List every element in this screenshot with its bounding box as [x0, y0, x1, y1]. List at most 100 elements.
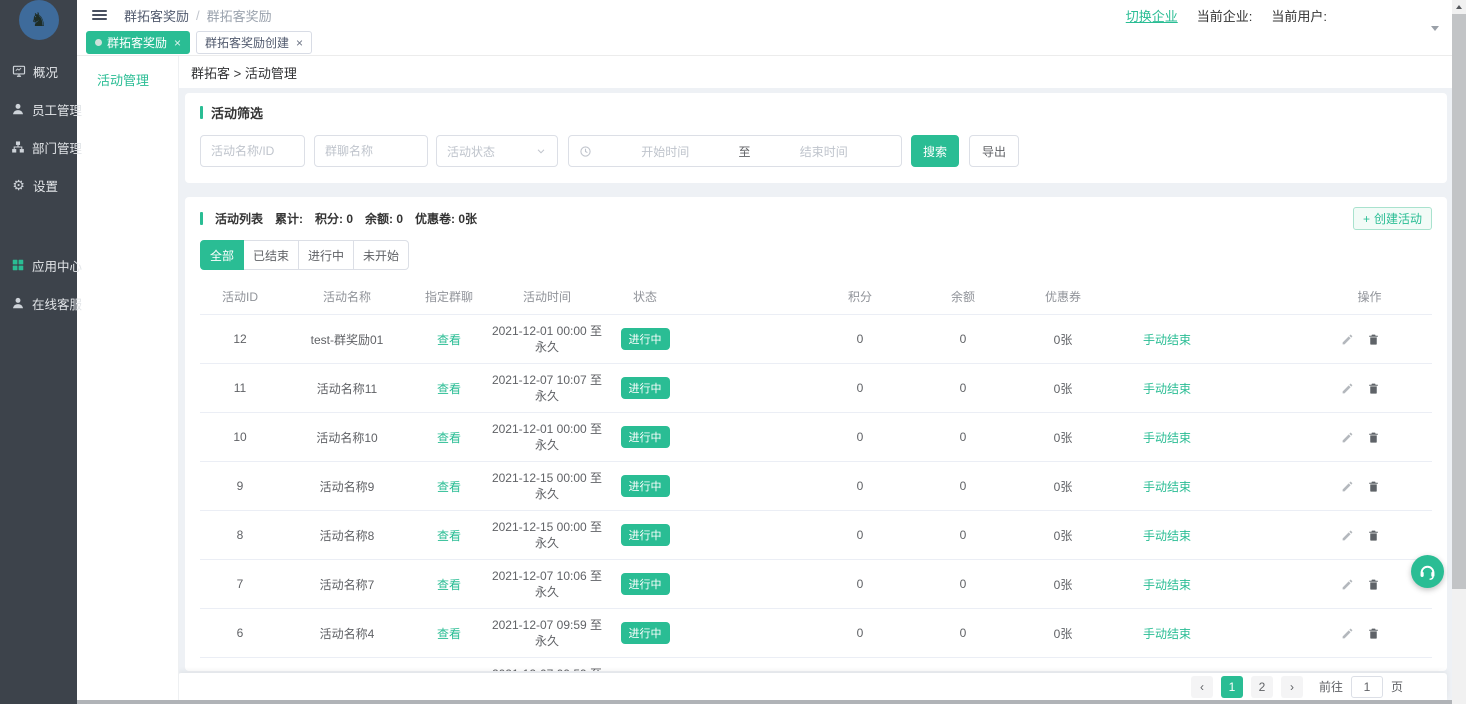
- manual-end-link[interactable]: 手动结束: [1143, 478, 1191, 495]
- cell-activity-time: 2021-12-07 09:59 至永久: [484, 658, 610, 672]
- trash-icon: [1367, 529, 1380, 542]
- view-link[interactable]: 查看: [437, 627, 461, 641]
- manual-end-link[interactable]: 手动结束: [1143, 380, 1191, 397]
- top-navbar: 群拓客奖励 / 群拓客奖励 切换企业 当前企业: 当前用户:: [77, 0, 1452, 31]
- edit-button[interactable]: [1341, 431, 1354, 444]
- goto-page-input[interactable]: [1351, 676, 1383, 698]
- cell-activity-name: 活动名称11: [280, 364, 414, 413]
- cell-coupons: 0张: [996, 462, 1130, 511]
- edit-button[interactable]: [1341, 333, 1354, 346]
- cell-points: 0: [790, 560, 930, 609]
- cell-balance: 0: [930, 413, 996, 462]
- filter-tab-2[interactable]: 进行中: [298, 240, 354, 270]
- window-tab-label: 群拓客奖励创建: [205, 34, 289, 51]
- sidebar-item-app-center[interactable]: 应用中心: [0, 246, 77, 284]
- edit-button[interactable]: [1341, 382, 1354, 395]
- manual-end-link[interactable]: 手动结束: [1143, 331, 1191, 348]
- spacer-cell: [680, 413, 790, 462]
- filter-tab-1[interactable]: 已结束: [243, 240, 299, 270]
- view-link[interactable]: 查看: [437, 578, 461, 592]
- scrollbar[interactable]: [1452, 0, 1466, 704]
- submenu-item-activity-management[interactable]: 活动管理: [77, 56, 178, 89]
- time-line2: 永久: [485, 388, 609, 404]
- edit-button[interactable]: [1341, 627, 1354, 640]
- manual-end-link[interactable]: 手动结束: [1143, 527, 1191, 544]
- cell-specified-group: 查看: [414, 315, 484, 364]
- table-row: 8活动名称8查看2021-12-15 00:00 至永久进行中000张手动结束: [200, 511, 1432, 560]
- scrollbar-thumb[interactable]: [1452, 14, 1466, 589]
- cell-specified-group: 查看: [414, 462, 484, 511]
- end-time-placeholder[interactable]: 结束时间: [757, 143, 892, 160]
- manual-end-link[interactable]: 手动结束: [1143, 576, 1191, 593]
- sidebar-item-department-management[interactable]: 部门管理: [0, 128, 77, 166]
- edit-button[interactable]: [1341, 480, 1354, 493]
- collapse-menu-icon[interactable]: [92, 8, 107, 22]
- breadcrumb-root[interactable]: 群拓客奖励: [124, 6, 189, 25]
- current-company-label: 当前企业:: [1197, 6, 1253, 25]
- create-activity-button[interactable]: + 创建活动: [1353, 207, 1432, 230]
- cell-specified-group: 查看: [414, 658, 484, 672]
- delete-button[interactable]: [1367, 529, 1380, 542]
- cell-coupons: 0张: [996, 609, 1130, 658]
- start-time-placeholder[interactable]: 开始时间: [598, 143, 733, 160]
- window-tab-0[interactable]: 群拓客奖励×: [86, 31, 190, 54]
- trash-icon: [1367, 578, 1380, 591]
- delete-button[interactable]: [1367, 627, 1380, 640]
- dropdown-caret-icon[interactable]: [1431, 26, 1439, 31]
- search-button[interactable]: 搜索: [911, 135, 959, 167]
- sidebar-item-overview[interactable]: 概况: [0, 52, 77, 90]
- view-link[interactable]: 查看: [437, 480, 461, 494]
- switch-company-link[interactable]: 切换企业: [1126, 6, 1178, 25]
- cell-actions: 手动结束: [1130, 413, 1432, 462]
- pagination-page-2[interactable]: 2: [1251, 676, 1273, 698]
- pagination-next[interactable]: ›: [1281, 676, 1303, 698]
- window-tab-1[interactable]: 群拓客奖励创建 ×: [196, 31, 312, 54]
- export-button[interactable]: 导出: [969, 135, 1019, 167]
- edit-button[interactable]: [1341, 578, 1354, 591]
- view-link[interactable]: 查看: [437, 333, 461, 347]
- delete-button[interactable]: [1367, 480, 1380, 493]
- activity-status-select[interactable]: 活动状态: [436, 135, 558, 167]
- view-link[interactable]: 查看: [437, 382, 461, 396]
- sidebar-item-staff-management[interactable]: 员工管理: [0, 90, 77, 128]
- sidebar-item-online-service[interactable]: 在线客服: [0, 284, 77, 322]
- manual-end-link[interactable]: 手动结束: [1143, 429, 1191, 446]
- pagination-prev[interactable]: ‹: [1191, 676, 1213, 698]
- sidebar-item-label: 在线客服: [32, 294, 82, 313]
- sidebar-item-settings[interactable]: ⚙设置: [0, 166, 77, 204]
- delete-button[interactable]: [1367, 431, 1380, 444]
- group-name-input[interactable]: [314, 135, 428, 167]
- cell-coupons: 0张: [996, 364, 1130, 413]
- monitor-icon: [11, 64, 26, 79]
- close-icon[interactable]: ×: [296, 36, 303, 50]
- manual-end-link[interactable]: 手动结束: [1143, 625, 1191, 642]
- delete-button[interactable]: [1367, 382, 1380, 395]
- cell-activity-time: 2021-12-01 00:00 至永久: [484, 315, 610, 364]
- filter-tab-3[interactable]: 未开始: [353, 240, 409, 270]
- time-line2: 永久: [485, 339, 609, 355]
- scrollbar-up-arrow-icon[interactable]: [1452, 0, 1466, 14]
- table-row: 11活动名称11查看2021-12-07 10:07 至永久进行中000张手动结…: [200, 364, 1432, 413]
- status-badge: 进行中: [621, 377, 670, 399]
- cell-activity-time: 2021-12-15 00:00 至永久: [484, 511, 610, 560]
- activity-name-input[interactable]: [200, 135, 305, 167]
- column-header-7: 优惠券: [996, 278, 1130, 315]
- page-unit-label: 页: [1391, 678, 1403, 695]
- delete-button[interactable]: [1367, 578, 1380, 591]
- app-window: ♞ 概况员工管理部门管理⚙设置应用中心在线客服 群拓客奖励 / 群拓客奖励 切换…: [0, 0, 1466, 704]
- pagination-page-1[interactable]: 1: [1221, 676, 1243, 698]
- view-link[interactable]: 查看: [437, 431, 461, 445]
- filter-tab-0[interactable]: 全部: [200, 240, 244, 270]
- cell-actions: 手动结束: [1130, 462, 1432, 511]
- breadcrumb-current: 群拓客奖励: [207, 6, 272, 25]
- table-row: 10活动名称10查看2021-12-01 00:00 至永久进行中000张手动结…: [200, 413, 1432, 462]
- close-icon[interactable]: ×: [174, 36, 181, 50]
- view-link[interactable]: 查看: [437, 529, 461, 543]
- customer-service-button[interactable]: [1411, 555, 1444, 588]
- cell-activity-time: 2021-12-07 10:07 至永久: [484, 364, 610, 413]
- edit-button[interactable]: [1341, 529, 1354, 542]
- time-line1: 2021-12-07 10:07 至: [485, 372, 609, 388]
- date-range-picker[interactable]: 开始时间 至 结束时间: [568, 135, 902, 167]
- green-bar-icon: [200, 212, 203, 225]
- delete-button[interactable]: [1367, 333, 1380, 346]
